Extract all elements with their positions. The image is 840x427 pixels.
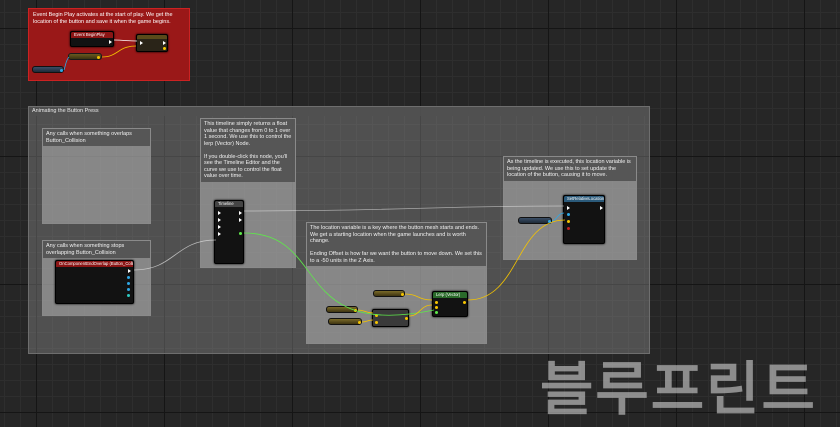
- vector-wire-lerp: [467, 219, 566, 301]
- exec-wire-beginplay: [113, 39, 138, 42]
- vector-wire-in2: [361, 319, 374, 323]
- object-wire-beginplay: [63, 56, 70, 71]
- vector-wire-in1: [357, 309, 374, 314]
- vector-wire-beginplay: [101, 45, 137, 58]
- vector-wire-add: [408, 304, 433, 317]
- exec-wire-update: [243, 205, 565, 212]
- exec-wire-overlap: [133, 239, 217, 271]
- float-wire-alpha: [243, 232, 435, 316]
- vector-wire-start: [404, 293, 433, 301]
- watermark-text: 블루프린트: [540, 355, 817, 423]
